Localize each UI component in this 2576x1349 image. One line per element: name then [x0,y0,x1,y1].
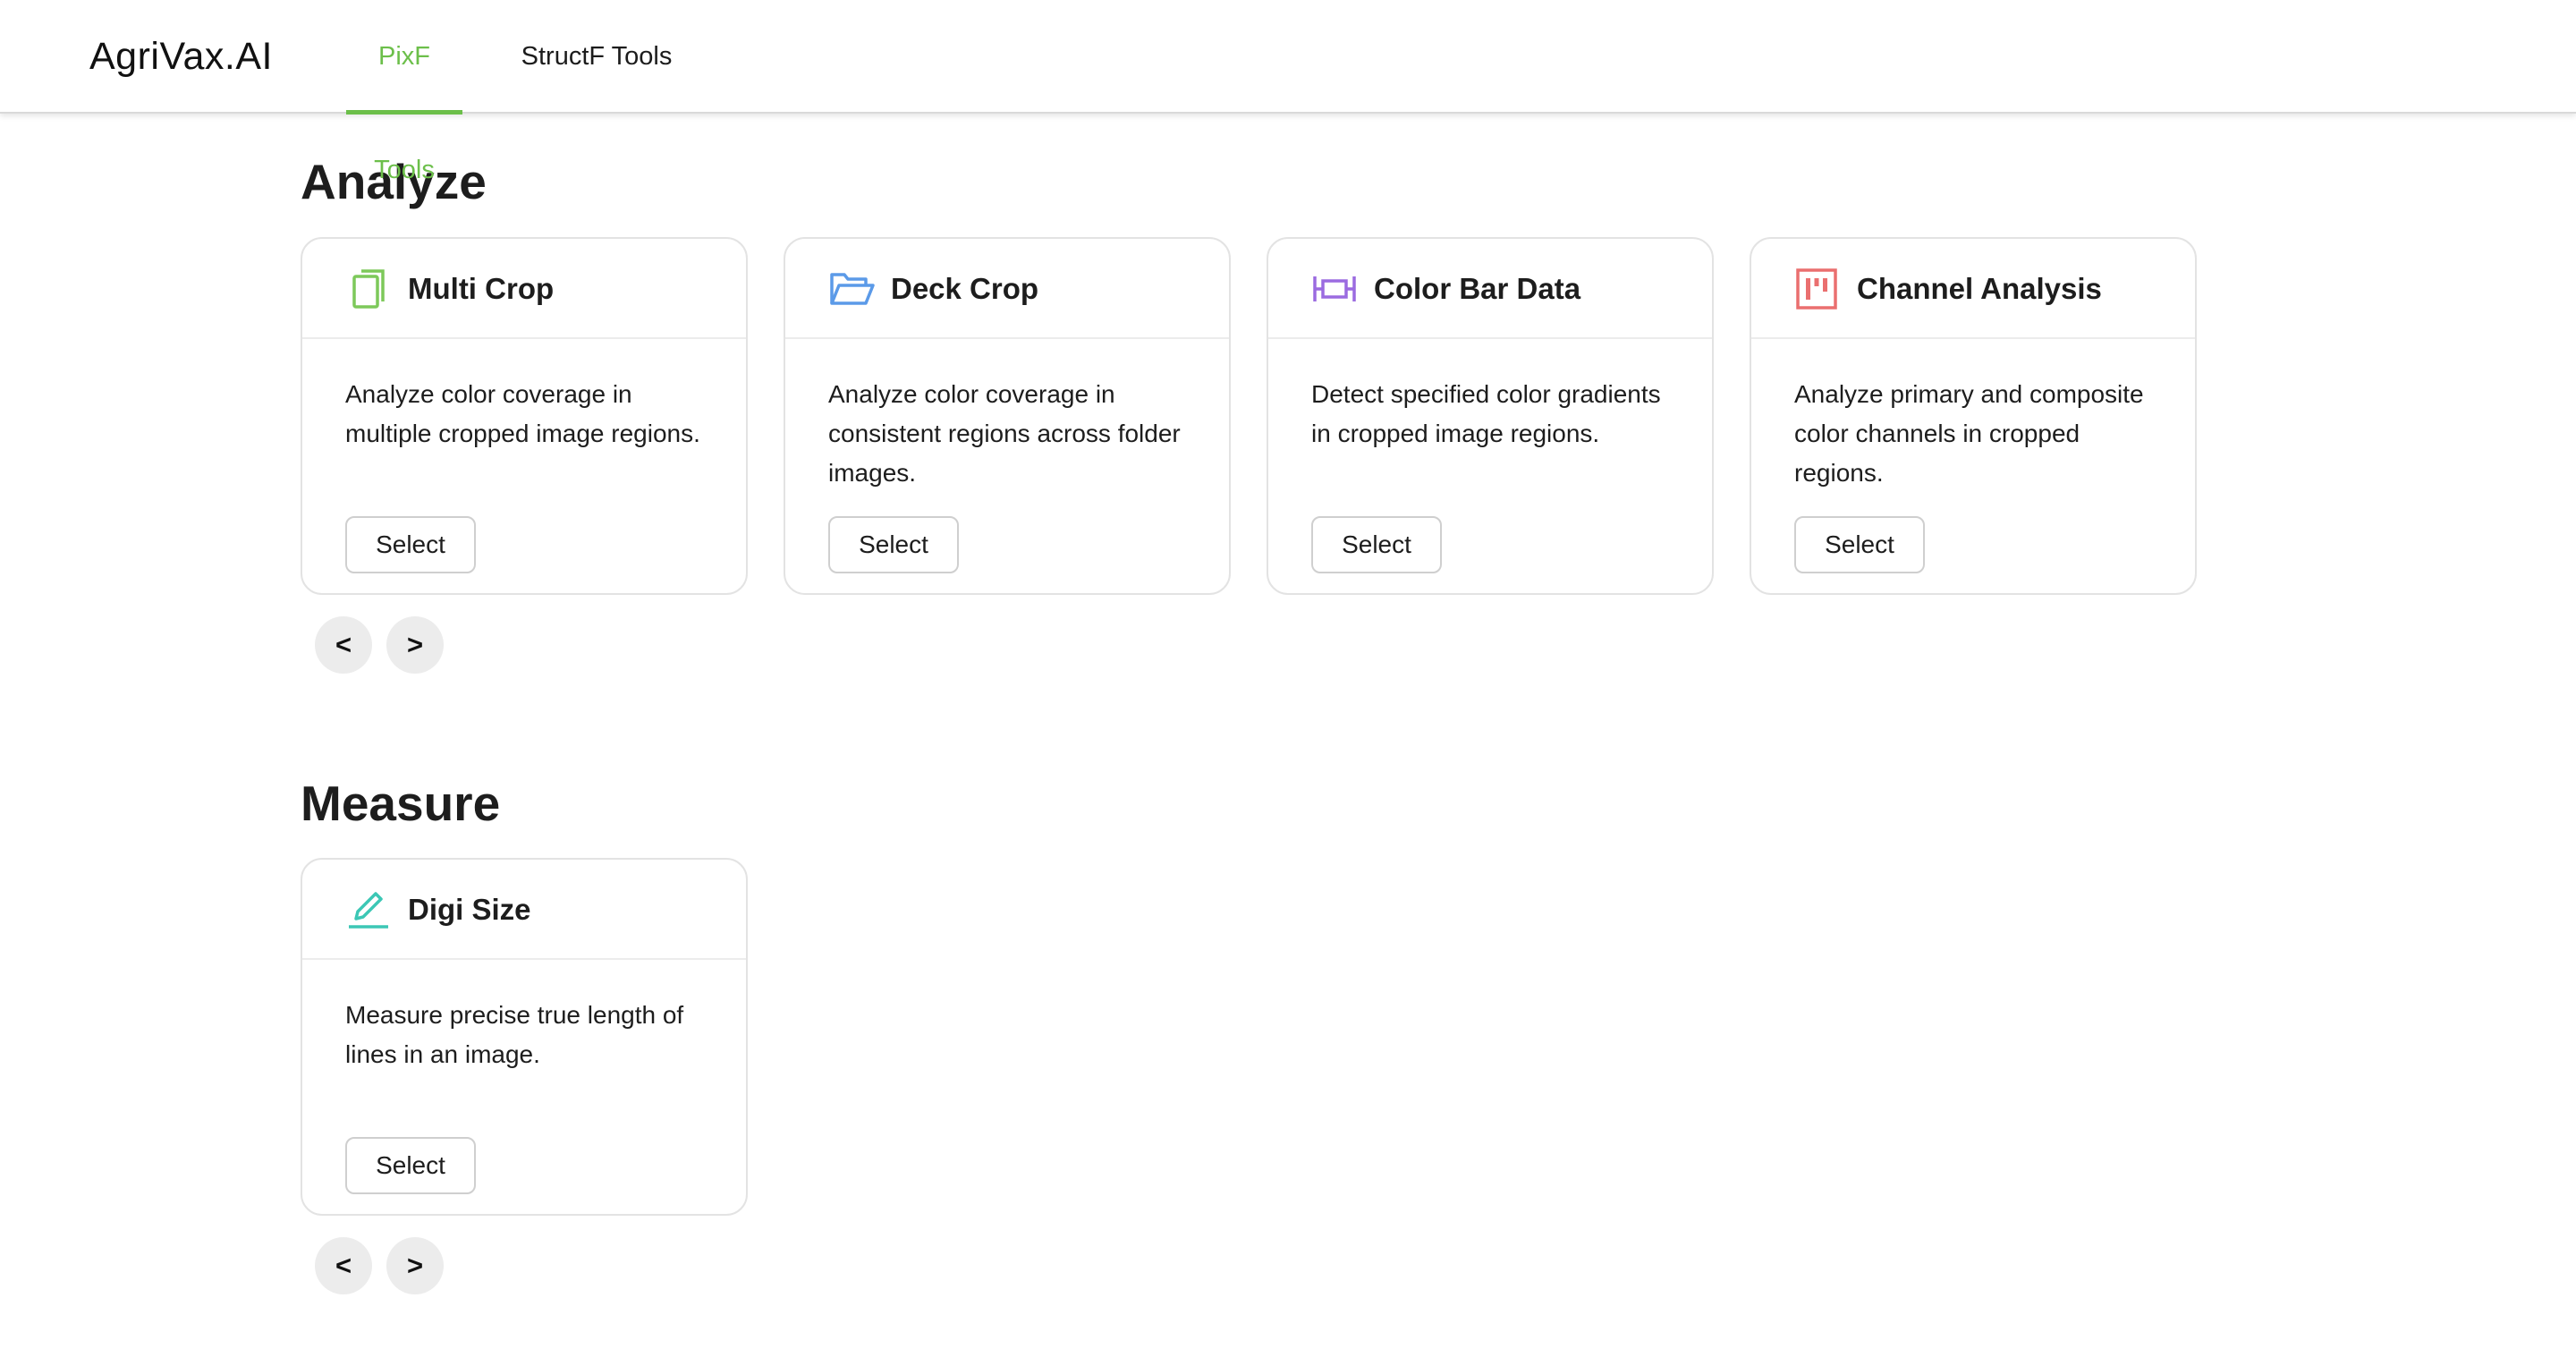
select-button[interactable]: Select [345,516,476,573]
top-navigation-bar: AgriVax.AI PixF Tools StructF Tools [0,0,2576,184]
project-board-icon [1794,266,1841,312]
tool-card-channel-analysis: Channel Analysis Analyze primary and com… [1750,237,2197,595]
card-header: Digi Size [302,860,746,960]
card-description: Measure precise true length of lines in … [345,1001,684,1068]
card-description: Analyze color coverage in consistent reg… [828,380,1181,487]
select-button[interactable]: Select [345,1137,476,1194]
card-header: Color Bar Data [1268,239,1712,339]
select-button[interactable]: Select [828,516,959,573]
folder-open-icon [828,266,875,312]
card-header: Deck Crop [785,239,1229,339]
card-title: Channel Analysis [1857,272,2102,305]
carousel-prev-button[interactable]: < [315,1237,372,1294]
tool-card-multi-crop: Multi Crop Analyze color coverage in mul… [301,237,748,595]
tab-structf-tools[interactable]: StructF Tools [520,0,674,114]
carousel-next-button[interactable]: > [386,616,444,674]
column-width-icon [1311,266,1358,312]
card-title: Deck Crop [891,272,1039,305]
carousel-prev-button[interactable]: < [315,616,372,674]
tool-card-digi-size: Digi Size Measure precise true length of… [301,858,748,1216]
card-title: Multi Crop [408,272,555,305]
tab-pixf-tools[interactable]: PixF Tools [346,0,462,184]
card-header: Channel Analysis [1751,239,2195,339]
card-description: Analyze primary and composite color chan… [1794,380,2144,487]
section-title-measure: Measure [301,776,501,831]
card-header: Multi Crop [302,239,746,339]
card-title: Color Bar Data [1374,272,1581,305]
select-button[interactable]: Select [1311,516,1442,573]
select-button[interactable]: Select [1794,516,1925,573]
tool-card-color-bar-data: Color Bar Data Detect specified color gr… [1267,237,1714,595]
card-title: Digi Size [408,893,531,926]
carousel-next-button[interactable]: > [386,1237,444,1294]
card-description: Analyze color coverage in multiple cropp… [345,380,700,447]
app-logo[interactable]: AgriVax.AI [89,30,273,82]
edit-pen-icon [345,887,392,933]
copy-icon [345,266,392,312]
tool-card-deck-crop: Deck Crop Analyze color coverage in cons… [784,237,1231,595]
card-description: Detect specified color gradients in crop… [1311,380,1661,447]
